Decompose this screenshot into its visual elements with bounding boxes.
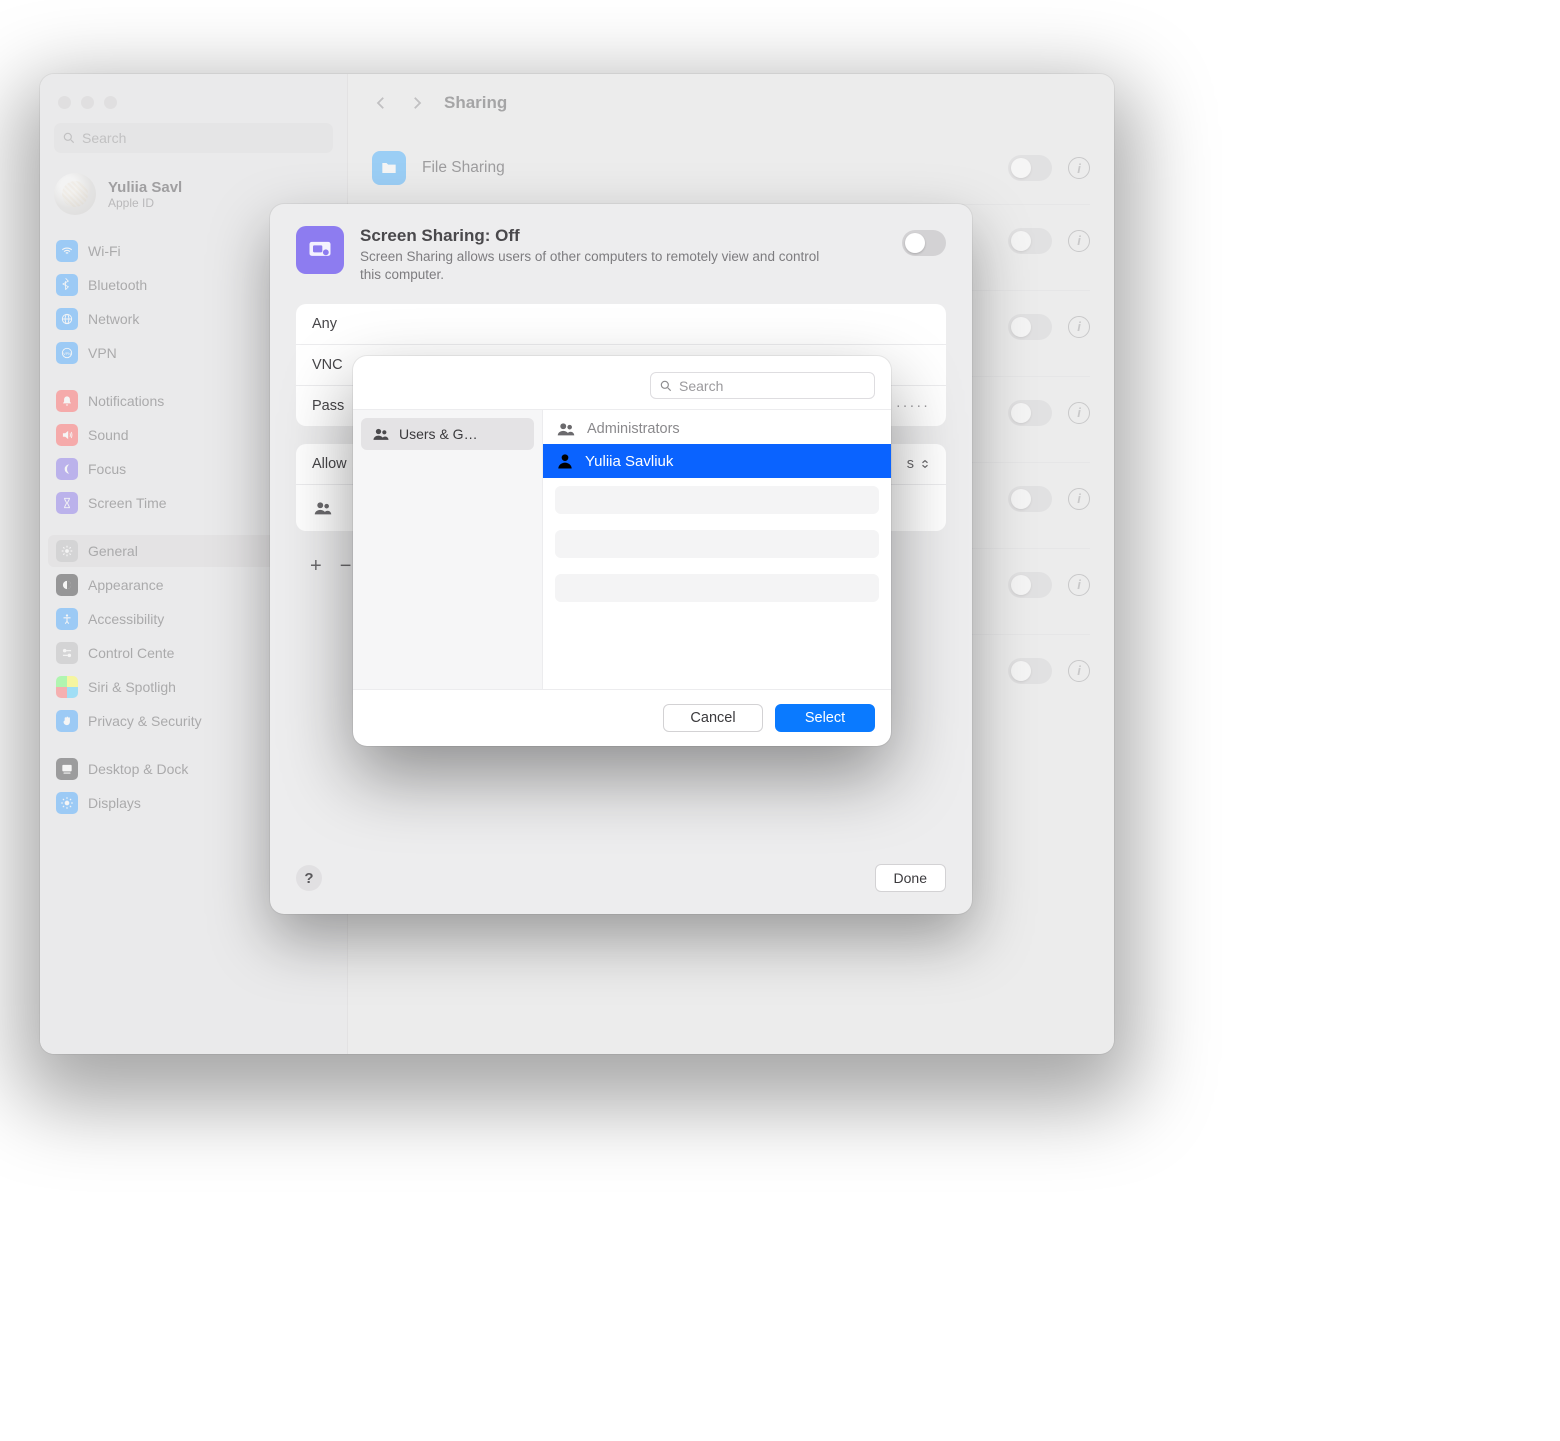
close-icon[interactable] [58, 96, 71, 109]
toggle-remote-login[interactable] [1008, 658, 1052, 684]
wifi-icon [56, 240, 78, 262]
people-icon [312, 497, 334, 519]
user-item-selected[interactable]: Yuliia Savliuk [543, 444, 891, 478]
user-picker-sheet: Search Users & G… Administrators Yuliia … [353, 356, 891, 746]
info-button[interactable]: i [1068, 157, 1090, 179]
list-placeholder [555, 574, 879, 602]
svg-text:VPN: VPN [63, 352, 71, 356]
row-file-sharing: File Sharing i [372, 132, 1090, 204]
info-button[interactable]: i [1068, 402, 1090, 424]
toggle[interactable] [1008, 400, 1052, 426]
people-icon [371, 424, 391, 444]
people-icon [555, 418, 577, 440]
sun-icon [56, 792, 78, 814]
sidebar-search[interactable]: Search [54, 123, 333, 153]
bell-icon [56, 390, 78, 412]
info-button[interactable]: i [1068, 230, 1090, 252]
picker-search[interactable]: Search [650, 372, 875, 399]
accessibility-icon [56, 608, 78, 630]
list-placeholder [555, 530, 879, 558]
user-subtitle: Apple ID [108, 196, 182, 210]
appearance-icon [56, 574, 78, 596]
info-button[interactable]: i [1068, 316, 1090, 338]
speaker-icon [56, 424, 78, 446]
picker-list: Administrators Yuliia Savliuk [543, 410, 891, 689]
forward-button[interactable] [408, 94, 426, 112]
back-button[interactable] [372, 94, 390, 112]
person-icon [555, 451, 575, 471]
toggle[interactable] [1008, 486, 1052, 512]
sidebar-search-placeholder: Search [82, 130, 126, 146]
avatar [54, 173, 96, 215]
fullscreen-icon[interactable] [104, 96, 117, 109]
globe-icon [56, 308, 78, 330]
info-button[interactable]: i [1068, 574, 1090, 596]
remove-button[interactable]: − [340, 555, 352, 578]
user-name: Yuliia Savl [108, 179, 182, 196]
page-title: Sharing [444, 93, 507, 113]
info-button[interactable]: i [1068, 660, 1090, 682]
minimize-icon[interactable] [81, 96, 94, 109]
info-button[interactable]: i [1068, 488, 1090, 510]
toggle-screen-sharing[interactable] [902, 230, 946, 256]
sliders-icon [56, 642, 78, 664]
row-anyone[interactable]: Any [296, 304, 946, 344]
moon-icon [56, 458, 78, 480]
bluetooth-icon [56, 274, 78, 296]
list-placeholder [555, 486, 879, 514]
cancel-button[interactable]: Cancel [663, 704, 763, 732]
sheet-title: Screen Sharing: Off [360, 226, 840, 246]
picker-search-placeholder: Search [679, 378, 723, 394]
category-users-groups[interactable]: Users & G… [361, 418, 534, 450]
window-controls [40, 84, 347, 123]
allow-popup[interactable]: s [907, 456, 930, 472]
dock-icon [56, 758, 78, 780]
toggle[interactable] [1008, 228, 1052, 254]
select-button[interactable]: Select [775, 704, 875, 732]
hourglass-icon [56, 492, 78, 514]
password-value: ····· [896, 398, 930, 414]
hand-icon [56, 710, 78, 732]
topbar: Sharing [348, 74, 1114, 132]
screen-sharing-icon [296, 226, 344, 274]
siri-icon [56, 676, 78, 698]
folder-icon [372, 151, 406, 185]
sheet-description: Screen Sharing allows users of other com… [360, 248, 840, 284]
gear-icon [56, 540, 78, 562]
vpn-icon: VPN [56, 342, 78, 364]
group-administrators[interactable]: Administrators [543, 414, 891, 444]
picker-categories: Users & G… [353, 410, 543, 689]
done-button[interactable]: Done [875, 864, 946, 892]
toggle-file-sharing[interactable] [1008, 155, 1052, 181]
search-icon [659, 379, 673, 393]
updown-icon [920, 459, 930, 469]
search-icon [62, 131, 76, 145]
add-button[interactable]: + [310, 555, 322, 578]
help-button[interactable]: ? [296, 865, 322, 891]
toggle[interactable] [1008, 572, 1052, 598]
toggle[interactable] [1008, 314, 1052, 340]
